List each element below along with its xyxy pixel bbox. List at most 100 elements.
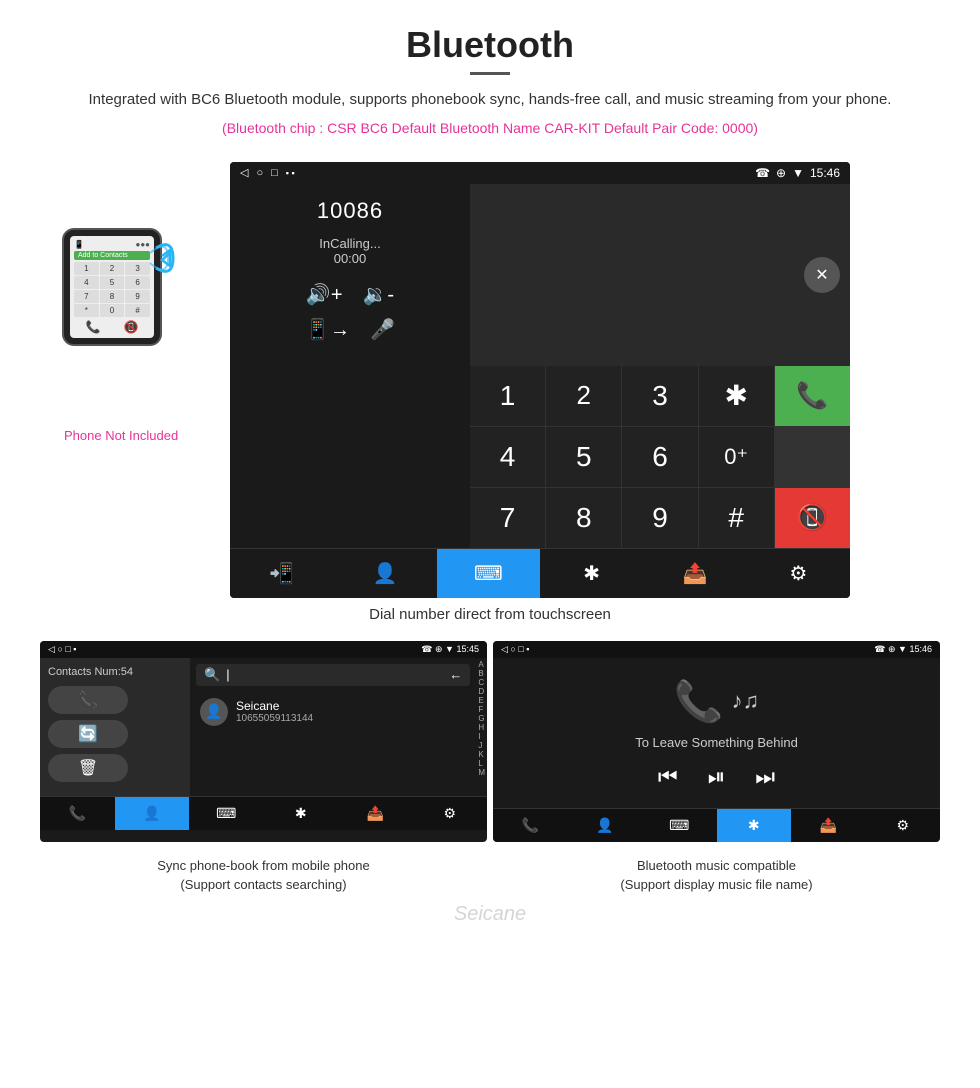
recents-icon: □: [271, 167, 278, 179]
contacts-status-bar: ◁ ○ □ ▪ ☎ ⊕ ▼ 15:45: [40, 641, 487, 658]
notification-icon: ▪ ▪: [286, 168, 295, 178]
dial-top-area: 10086 InCalling... 00:00 🔊+ 🔉- 📱→ 🎤 ✕: [230, 184, 850, 366]
key-hash[interactable]: #: [125, 304, 150, 317]
key-8[interactable]: 8: [546, 488, 621, 548]
contacts-nav-settings[interactable]: ⚙: [413, 797, 488, 830]
phone-bottom-bar: 📞 📵: [74, 320, 150, 334]
keypad-grid: 1 2 3 ✱ 📞 4 5 6 0⁺ 7 8 9 # 📵: [470, 366, 850, 548]
left-caption: Sync phone-book from mobile phone(Suppor…: [40, 856, 487, 895]
phone-call-btn[interactable]: 📞: [86, 320, 101, 334]
contacts-nav-bluetooth[interactable]: ✱: [264, 797, 339, 830]
watermark: Seicane: [0, 895, 980, 930]
right-caption-text: Bluetooth music compatible(Support displ…: [620, 858, 812, 893]
contacts-nav-contacts[interactable]: 👤: [115, 797, 190, 830]
music-nav-keypad[interactable]: ⌨: [642, 809, 717, 842]
music-bottom-nav: 📞 👤 ⌨ ✱ 📤 ⚙: [493, 808, 940, 842]
key-0[interactable]: 0: [100, 304, 125, 317]
right-caption: Bluetooth music compatible(Support displ…: [493, 856, 940, 895]
key-star[interactable]: *: [74, 304, 99, 317]
nav-call-forward[interactable]: 📲: [230, 549, 333, 598]
contact-item[interactable]: 👤 Seicane 10655059113144: [196, 692, 470, 732]
phone-mockup-screen: 📱●●● Add to Contacts 1 2 3 4 5 6 7 8 9 *…: [70, 236, 154, 338]
music-controls: ⏮ ⏯ ⏭: [658, 764, 775, 790]
key-2[interactable]: 2: [546, 366, 621, 426]
contacts-status-left: ◁ ○ □ ▪: [48, 644, 77, 655]
green-call-button[interactable]: 📞: [775, 366, 850, 426]
key-7[interactable]: 7: [74, 290, 99, 303]
search-icon: 🔍: [204, 667, 220, 683]
key-4[interactable]: 4: [470, 427, 545, 487]
music-icon-area: 📞 ♪♫: [674, 678, 759, 725]
key-star[interactable]: ✱: [699, 366, 774, 426]
next-track-button[interactable]: ⏭: [755, 764, 775, 790]
music-time: 15:46: [909, 644, 932, 654]
music-nav-bluetooth[interactable]: ✱: [717, 809, 792, 842]
key-3[interactable]: 3: [622, 366, 697, 426]
key-0plus[interactable]: 0⁺: [699, 427, 774, 487]
bottom-panels: ◁ ○ □ ▪ ☎ ⊕ ▼ 15:45 Contacts Num:54 📞 🔄 …: [0, 641, 980, 842]
contacts-bottom-nav: 📞 👤 ⌨ ✱ 📤 ⚙: [40, 796, 487, 830]
key-1[interactable]: 1: [74, 262, 99, 275]
contacts-time: 15:45: [456, 644, 479, 654]
back-icon: ◁: [240, 166, 248, 179]
key-4[interactable]: 4: [74, 276, 99, 289]
music-song-title: To Leave Something Behind: [635, 735, 798, 750]
contacts-nav-out[interactable]: 📤: [338, 797, 413, 830]
key-hash[interactable]: #: [699, 488, 774, 548]
key-5[interactable]: 5: [546, 427, 621, 487]
prev-track-button[interactable]: ⏮: [658, 764, 678, 790]
key-1[interactable]: 1: [470, 366, 545, 426]
music-nav-call[interactable]: 📞: [493, 809, 568, 842]
volume-up-icon[interactable]: 🔊+: [306, 282, 343, 307]
music-panel: ◁ ○ □ ▪ ☎ ⊕ ▼ 15:46 📞 ♪♫ To Leave Someth…: [493, 641, 940, 842]
music-nav-out[interactable]: 📤: [791, 809, 866, 842]
page-description: Integrated with BC6 Bluetooth module, su…: [60, 89, 920, 112]
call-contact-btn[interactable]: 📞: [48, 686, 128, 714]
music-nav-settings[interactable]: ⚙: [866, 809, 941, 842]
refresh-contact-btn[interactable]: 🔄: [48, 720, 128, 748]
keypad-spacer: [230, 366, 470, 548]
contacts-nav-call[interactable]: 📞: [40, 797, 115, 830]
nav-contacts[interactable]: 👤: [333, 549, 436, 598]
dial-left-panel: 10086 InCalling... 00:00 🔊+ 🔉- 📱→ 🎤: [230, 184, 470, 366]
mic-icon[interactable]: 🎤: [370, 317, 395, 342]
music-nav-contacts[interactable]: 👤: [568, 809, 643, 842]
delete-contact-btn[interactable]: 🗑: [48, 754, 128, 782]
main-dial-screen: ◁ ○ □ ▪ ▪ ☎ ⊕ ▼ 15:46 10086 InCalling...…: [230, 162, 850, 598]
contacts-panel: ◁ ○ □ ▪ ☎ ⊕ ▼ 15:45 Contacts Num:54 📞 🔄 …: [40, 641, 487, 842]
wifi-icon: ▼: [792, 166, 804, 180]
nav-phone-out[interactable]: 📤: [643, 549, 746, 598]
contacts-panel-body: Contacts Num:54 📞 🔄 🗑 🔍 | ← 👤: [40, 658, 487, 796]
contacts-left-panel: Contacts Num:54 📞 🔄 🗑: [40, 658, 190, 796]
page-title: Bluetooth: [60, 24, 920, 66]
key-9[interactable]: 9: [622, 488, 697, 548]
search-back-icon[interactable]: ←: [449, 667, 462, 682]
key-2[interactable]: 2: [100, 262, 125, 275]
phone-switch-icon[interactable]: 📱→: [305, 317, 350, 342]
contacts-nav-keypad[interactable]: ⌨: [189, 797, 264, 830]
backspace-button[interactable]: ✕: [804, 257, 840, 293]
home-icon: ○: [256, 167, 263, 179]
nav-keypad[interactable]: ⌨: [437, 549, 540, 598]
time-display: 15:46: [810, 166, 840, 180]
key-5[interactable]: 5: [100, 276, 125, 289]
music-note-icon: ♪♫: [732, 688, 760, 714]
key-3[interactable]: 3: [125, 262, 150, 275]
music-status-left: ◁ ○ □ ▪: [501, 644, 530, 655]
music-status-bar: ◁ ○ □ ▪ ☎ ⊕ ▼ 15:46: [493, 641, 940, 658]
key-7[interactable]: 7: [470, 488, 545, 548]
keypad-area: 1 2 3 ✱ 📞 4 5 6 0⁺ 7 8 9 # 📵: [230, 366, 850, 548]
volume-down-icon[interactable]: 🔉-: [363, 282, 395, 307]
red-end-button[interactable]: 📵: [775, 488, 850, 548]
music-phone-icon: 📞: [674, 678, 724, 725]
key-6[interactable]: 6: [622, 427, 697, 487]
key-6[interactable]: 6: [125, 276, 150, 289]
contact-avatar: 👤: [200, 698, 228, 726]
play-pause-button[interactable]: ⏯: [708, 764, 726, 790]
nav-bluetooth[interactable]: ✱: [540, 549, 643, 598]
key-8[interactable]: 8: [100, 290, 125, 303]
key-9[interactable]: 9: [125, 290, 150, 303]
phone-end-btn[interactable]: 📵: [124, 320, 139, 334]
nav-settings[interactable]: ⚙: [747, 549, 850, 598]
dial-extra-controls: 📱→ 🎤: [305, 317, 395, 342]
